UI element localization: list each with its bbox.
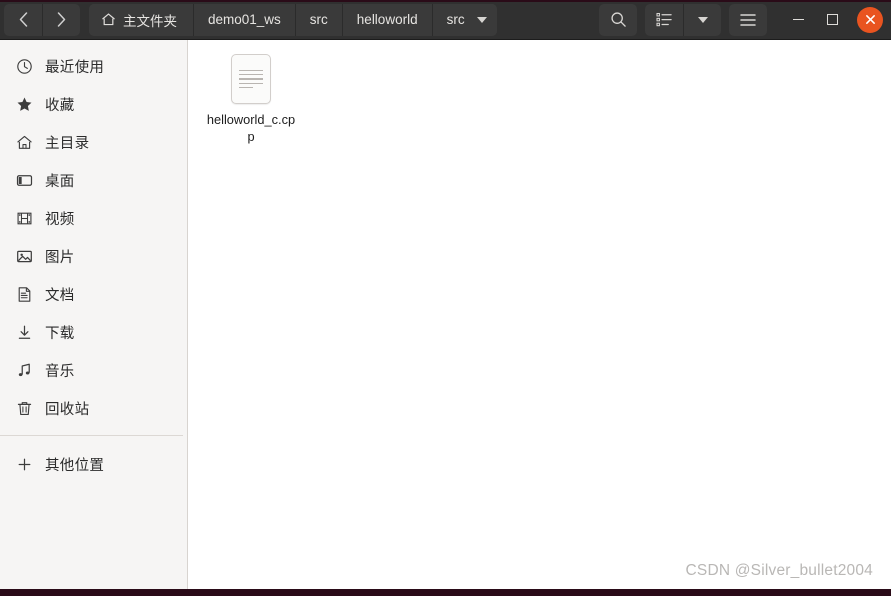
doc-line	[239, 73, 263, 76]
hamburger-menu-icon	[740, 13, 756, 26]
view-mode-group	[645, 3, 721, 36]
document-icon	[13, 286, 35, 303]
sidebar-item-label: 文档	[45, 287, 75, 304]
header-left-group: 主文件夹 demo01_ws src helloworld src	[4, 3, 497, 36]
breadcrumb-label: src	[446, 12, 465, 27]
sidebar-item-music[interactable]: 音乐	[0, 351, 187, 389]
sidebar-item-videos[interactable]: 视频	[0, 199, 187, 237]
view-list-button[interactable]	[645, 3, 683, 36]
view-options-dropdown-button[interactable]	[683, 3, 721, 36]
text-document-icon	[231, 54, 271, 104]
star-icon	[13, 96, 35, 113]
sidebar-item-other-locations[interactable]: 其他位置	[0, 445, 187, 483]
sidebar-item-label: 音乐	[45, 363, 75, 380]
sidebar-item-trash[interactable]: 回收站	[0, 389, 187, 427]
maximize-icon	[826, 14, 838, 25]
sidebar-item-label: 桌面	[45, 173, 75, 190]
file-list-view[interactable]: helloworld_c.cpp	[189, 40, 891, 589]
download-icon	[13, 324, 35, 341]
plus-icon	[13, 456, 35, 473]
breadcrumb: 主文件夹 demo01_ws src helloworld src	[89, 3, 497, 36]
trash-icon	[13, 400, 35, 417]
image-icon	[13, 248, 35, 265]
doc-line	[239, 78, 263, 80]
chevron-left-icon	[19, 12, 27, 27]
chevron-right-icon	[57, 12, 66, 27]
header-bar: 主文件夹 demo01_ws src helloworld src	[0, 0, 891, 40]
doc-line	[239, 87, 254, 89]
back-button[interactable]	[4, 3, 42, 36]
sidebar-item-label: 主目录	[45, 135, 90, 152]
desktop-icon	[13, 172, 35, 189]
sidebar-item-label: 收藏	[45, 97, 75, 114]
breadcrumb-item-demo01-ws[interactable]: demo01_ws	[193, 3, 295, 36]
file-manager-window: 主文件夹 demo01_ws src helloworld src 最近使用 收…	[0, 0, 891, 596]
sidebar-item-documents[interactable]: 文档	[0, 275, 187, 313]
home-icon	[101, 12, 116, 27]
sidebar-item-label: 图片	[45, 249, 75, 266]
breadcrumb-item-src-1[interactable]: src	[294, 3, 342, 36]
search-button[interactable]	[599, 3, 637, 36]
sidebar-item-label: 回收站	[45, 401, 90, 418]
sidebar-item-recent[interactable]: 最近使用	[0, 47, 187, 85]
sidebar-item-label: 其他位置	[45, 457, 105, 474]
window-bottom-edge	[0, 589, 891, 596]
breadcrumb-label: helloworld	[356, 12, 418, 27]
sidebar: 最近使用 收藏 主目录 桌面 视频 图片 文档 下载 音乐 回收站 其他位置	[0, 40, 188, 589]
navigation-buttons	[4, 3, 80, 36]
forward-button[interactable]	[42, 3, 80, 36]
file-item[interactable]: helloworld_c.cpp	[203, 50, 299, 152]
sidebar-item-label: 最近使用	[45, 59, 105, 76]
sidebar-item-label: 下载	[45, 325, 75, 342]
window-controls	[781, 3, 887, 37]
home-icon	[13, 134, 35, 151]
sidebar-item-desktop[interactable]: 桌面	[0, 161, 187, 199]
sidebar-divider	[0, 435, 183, 436]
minimize-icon	[792, 18, 804, 21]
main-menu-button[interactable]	[729, 3, 767, 36]
clock-icon	[13, 58, 35, 75]
breadcrumb-label: src	[309, 12, 328, 27]
icon-grid: helloworld_c.cpp	[189, 40, 891, 152]
view-list-icon	[655, 12, 672, 27]
breadcrumb-label: demo01_ws	[208, 12, 281, 27]
doc-line	[239, 82, 263, 85]
film-icon	[13, 210, 35, 227]
close-icon	[865, 15, 875, 24]
doc-line	[239, 69, 263, 71]
search-icon	[610, 12, 626, 27]
close-button[interactable]	[857, 6, 883, 33]
music-note-icon	[13, 362, 35, 379]
breadcrumb-item-home[interactable]: 主文件夹	[89, 3, 193, 36]
header-right-group	[591, 3, 887, 37]
breadcrumb-item-src-2[interactable]: src	[431, 3, 497, 36]
sidebar-item-home[interactable]: 主目录	[0, 123, 187, 161]
breadcrumb-label: 主文件夹	[123, 13, 177, 29]
minimize-button[interactable]	[781, 3, 815, 37]
sidebar-item-downloads[interactable]: 下载	[0, 313, 187, 351]
sidebar-item-starred[interactable]: 收藏	[0, 85, 187, 123]
sidebar-item-pictures[interactable]: 图片	[0, 237, 187, 275]
chevron-down-icon[interactable]	[476, 16, 487, 23]
file-name-label: helloworld_c.cpp	[206, 112, 296, 145]
maximize-button[interactable]	[815, 3, 849, 37]
chevron-down-icon	[697, 16, 708, 23]
sidebar-item-label: 视频	[45, 211, 75, 228]
breadcrumb-item-helloworld[interactable]: helloworld	[341, 3, 432, 36]
